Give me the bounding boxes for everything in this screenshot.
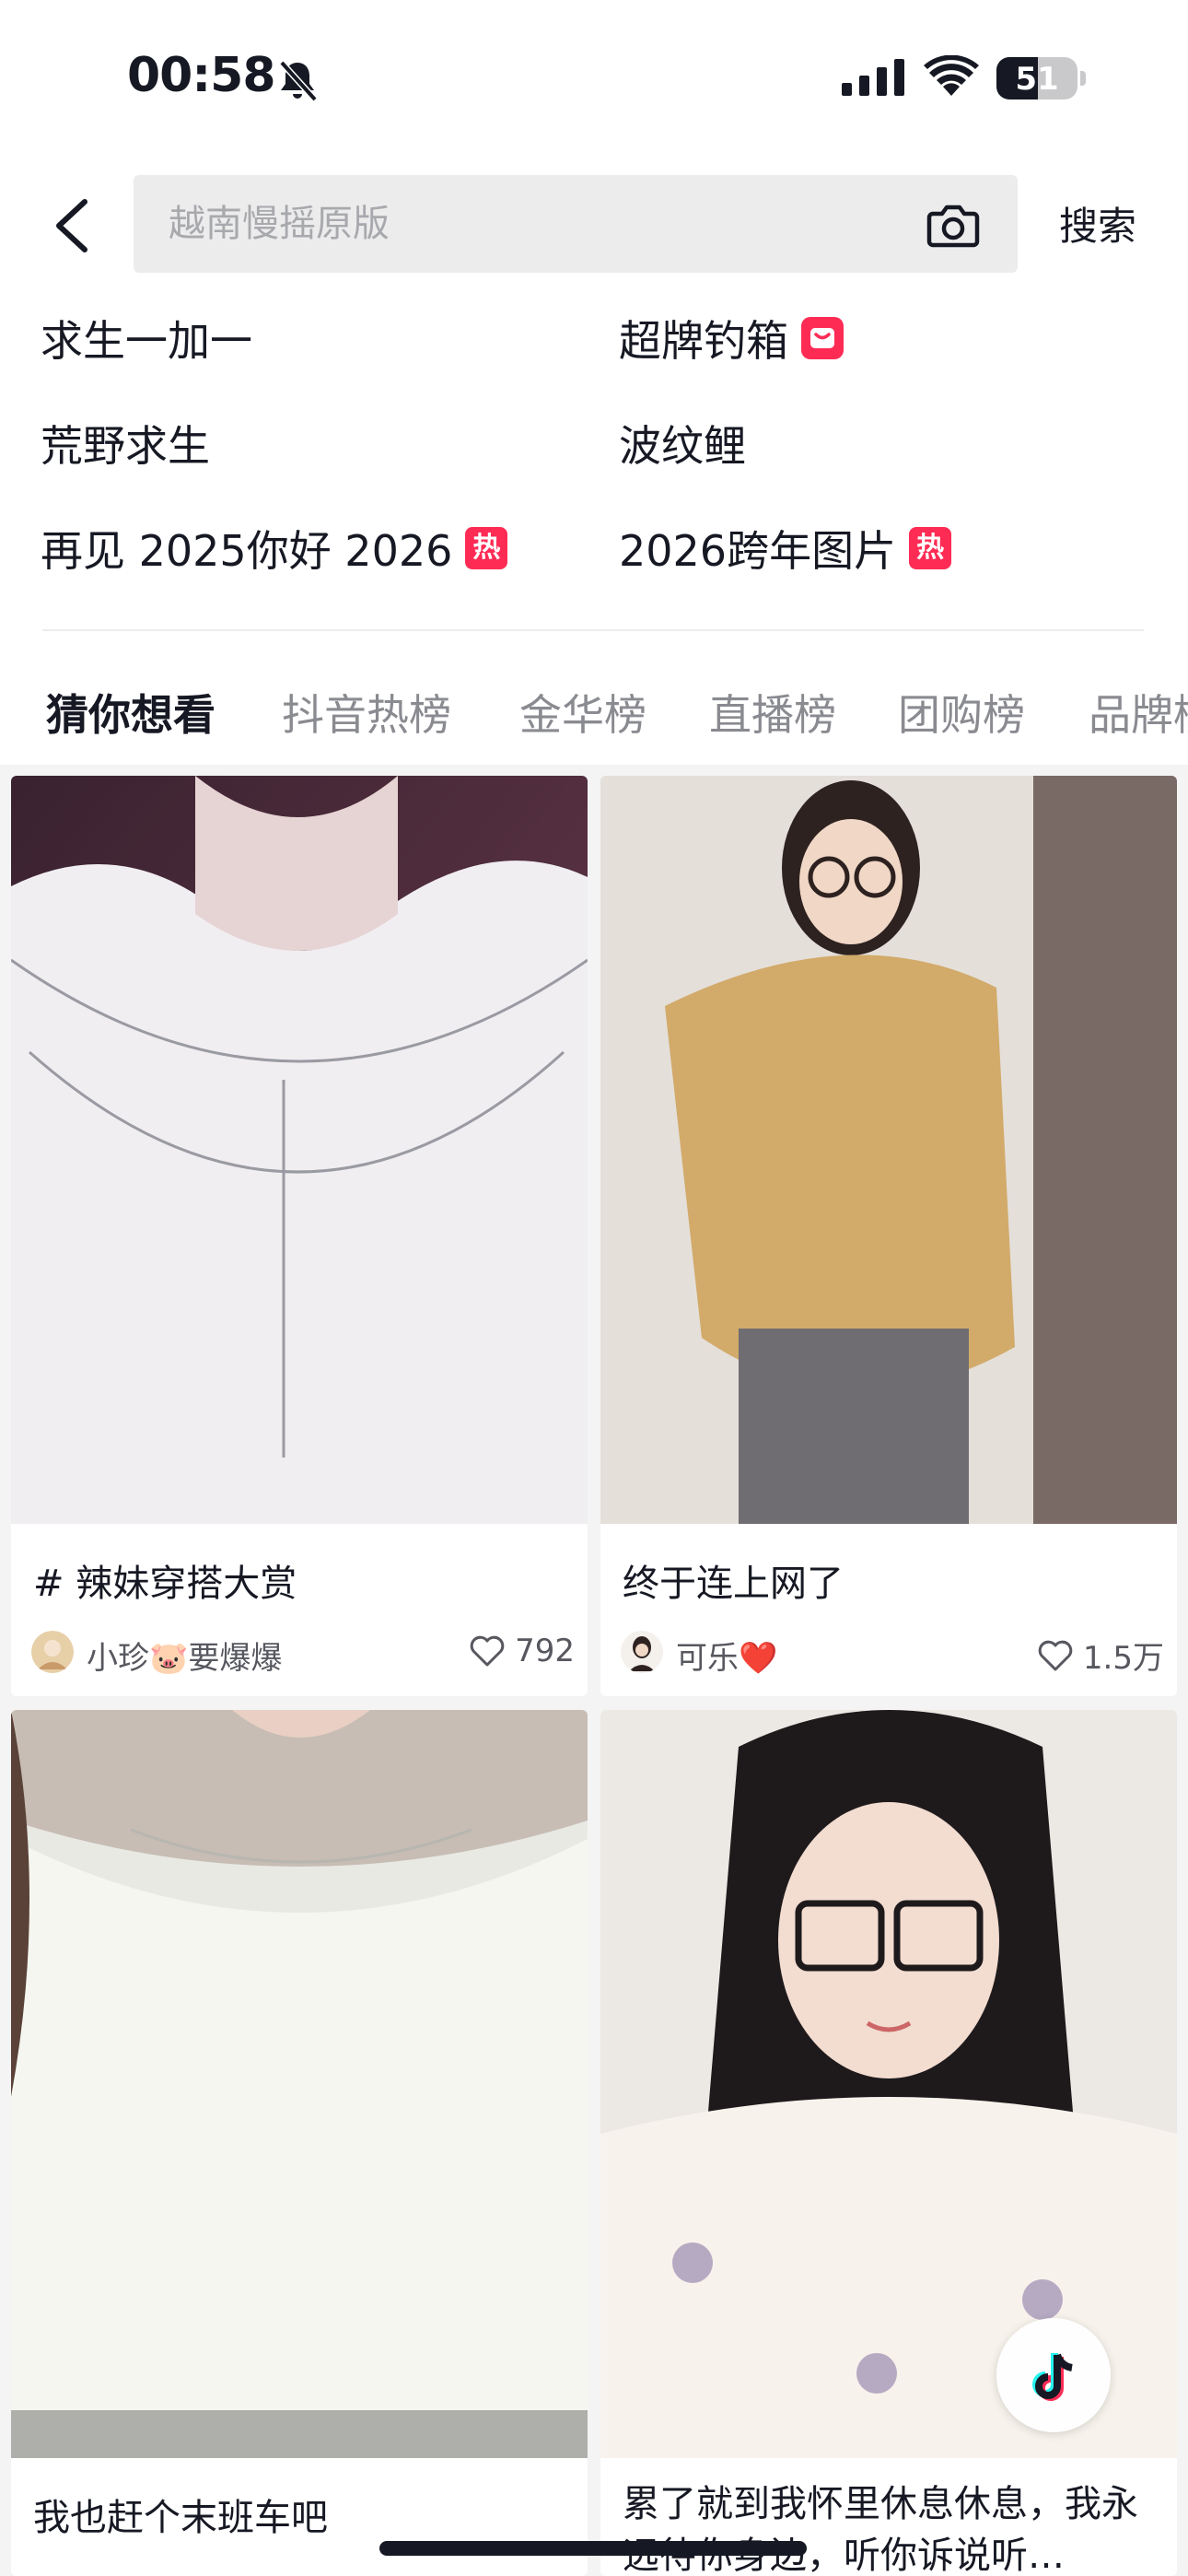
battery-indicator: 51	[996, 57, 1086, 100]
like-count-value: 792	[515, 1633, 575, 1669]
hot-badge: 热	[465, 527, 508, 569]
like-count[interactable]: 1.5万	[1037, 1633, 1164, 1678]
suggestion-item[interactable]: 波纹鲤	[619, 413, 746, 474]
camera-icon[interactable]	[926, 199, 981, 251]
tab-group-buy[interactable]: 团购榜	[898, 682, 1025, 743]
suggestion-text: 求生一加一	[41, 316, 252, 366]
heart-icon	[1038, 1640, 1073, 1670]
tab-brand[interactable]: 品牌榜	[1089, 682, 1188, 743]
search-input[interactable]	[169, 175, 905, 273]
battery-level: 51	[1015, 61, 1059, 98]
video-thumbnail[interactable]	[600, 776, 1177, 1524]
card-meta: 小珍🐷要爆爆 792	[31, 1627, 575, 1679]
tab-guess[interactable]: 猜你想看	[46, 682, 215, 743]
status-time: 00:58	[127, 48, 276, 103]
avatar[interactable]	[621, 1631, 663, 1673]
status-bar: 00:58 51	[0, 0, 1188, 157]
search-button[interactable]: 搜索	[1059, 195, 1136, 252]
wifi-icon	[924, 55, 979, 96]
suggestion-item[interactable]: 荒野求生	[41, 413, 210, 474]
hot-badge: 热	[909, 527, 952, 569]
video-card[interactable]: 累了就到我怀里休息休息，我永远待你身边，听你诉说听…	[600, 1710, 1177, 2576]
video-card[interactable]: 终于连上网了 可乐❤️ 1.5万	[600, 776, 1177, 1696]
home-indicator[interactable]	[379, 2541, 807, 2556]
suggestion-text: 荒野求生	[41, 421, 210, 471]
suggestion-item[interactable]: 再见 2025你好 2026 热	[41, 518, 508, 579]
tiktok-shortcut-button[interactable]	[996, 2318, 1111, 2432]
card-meta: 可乐❤️ 1.5万	[621, 1627, 1164, 1679]
divider	[42, 629, 1144, 631]
signal-icon	[842, 59, 904, 96]
suggestion-text: 超牌钓箱	[619, 316, 788, 366]
video-thumbnail[interactable]	[11, 1710, 588, 2458]
card-title: 终于连上网了	[623, 1563, 844, 1605]
bell-slash-icon	[279, 60, 318, 102]
suggestion-item[interactable]: 2026跨年图片 热	[619, 518, 952, 579]
suggestion-item[interactable]: 超牌钓箱	[619, 308, 844, 369]
video-thumbnail[interactable]	[11, 776, 588, 1524]
back-arrow-icon[interactable]	[46, 189, 101, 263]
like-count[interactable]: 792	[469, 1633, 575, 1669]
author-name[interactable]: 小珍🐷要爆爆	[87, 1633, 282, 1678]
ranking-tabs: 猜你想看 抖音热榜 金华榜 直播榜 团购榜 品牌榜	[0, 682, 1188, 755]
card-title: # 辣妹穿搭大赏	[33, 1563, 297, 1605]
tab-douyin-hot[interactable]: 抖音热榜	[282, 682, 451, 743]
suggestion-text: 再见 2025你好 2026	[41, 526, 453, 576]
search-bar[interactable]	[134, 175, 1018, 273]
avatar[interactable]	[31, 1631, 74, 1673]
tiktok-icon	[1032, 2353, 1073, 2401]
suggestion-text: 波纹鲤	[619, 421, 746, 471]
suggestion-text: 2026跨年图片	[619, 526, 897, 576]
video-card[interactable]: # 辣妹穿搭大赏 小珍🐷要爆爆 792	[11, 776, 588, 1696]
tab-live[interactable]: 直播榜	[709, 682, 836, 743]
video-card[interactable]: 我也赶个末班车吧	[11, 1710, 588, 2576]
suggestion-item[interactable]: 求生一加一	[41, 308, 252, 369]
card-title: 我也赶个末班车吧	[33, 2497, 328, 2539]
author-name[interactable]: 可乐❤️	[676, 1633, 777, 1678]
new-badge-icon	[801, 317, 844, 359]
like-count-value: 1.5万	[1082, 1640, 1164, 1677]
tab-jinhua[interactable]: 金华榜	[519, 682, 646, 743]
heart-icon	[470, 1635, 505, 1667]
card-title: 累了就到我怀里休息休息，我永远待你身边，听你诉说听…	[623, 2483, 1138, 2576]
